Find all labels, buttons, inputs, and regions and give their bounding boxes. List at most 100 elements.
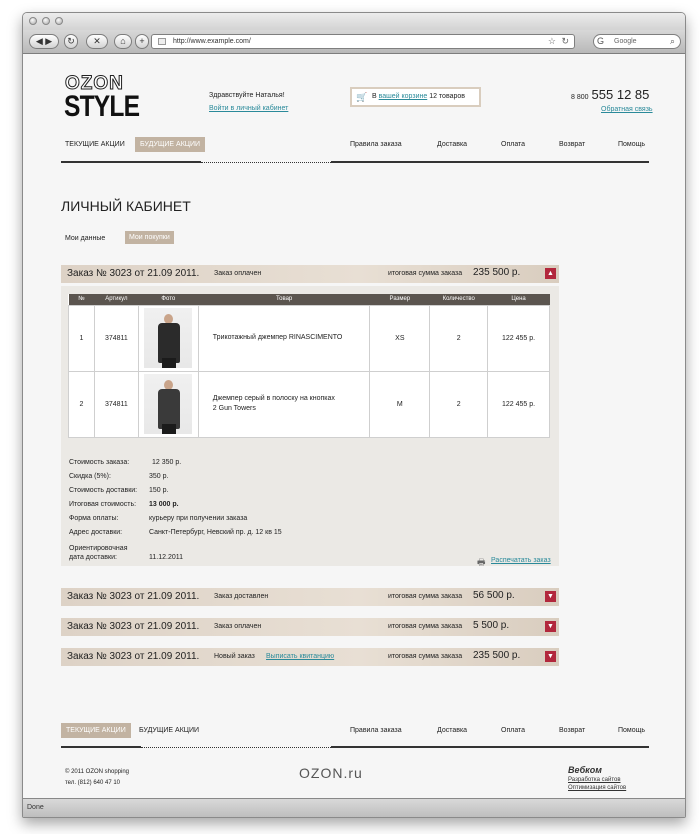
footer-phone: тел. (812) 640 47 10 bbox=[65, 780, 121, 786]
footer-nav-payment[interactable]: Оплата bbox=[501, 727, 525, 734]
nav-divider-dotted bbox=[201, 162, 331, 163]
product-photo[interactable] bbox=[144, 374, 193, 434]
product-name-line2[interactable]: 2 Gun Towers bbox=[213, 405, 256, 412]
nav-returns[interactable]: Возврат bbox=[559, 141, 585, 148]
column-header: Размер bbox=[369, 294, 430, 305]
order-total-label: итоговая сумма заказа bbox=[388, 270, 463, 277]
order-items-table: № Артикул Фото Товар Размер Количество Ц… bbox=[68, 294, 550, 438]
cart-icon: 🛒 bbox=[356, 92, 368, 102]
nav-order-rules[interactable]: Правила заказа bbox=[350, 141, 402, 148]
browser-toolbar: ◀ ▶ ↻ ✕ ⌂ + http://www.example.com/ ☆ ↻ … bbox=[23, 30, 685, 54]
studio-link-optimization[interactable]: Оптимизация сайтов bbox=[568, 785, 626, 791]
order-details-panel: № Артикул Фото Товар Размер Количество Ц… bbox=[61, 286, 559, 567]
product-name[interactable]: Трикотажный джемпер RINASCIMENTO bbox=[213, 334, 343, 341]
order-bar[interactable]: Заказ № 3023 от 21.09 2011. Заказ оплаче… bbox=[61, 618, 559, 636]
footer-nav-future-promos[interactable]: БУДУЩИЕ АКЦИИ bbox=[139, 727, 199, 734]
print-order-link[interactable]: Распечатать заказ bbox=[491, 557, 551, 564]
order-status: Заказ оплачен bbox=[214, 623, 262, 630]
cell-quantity: 2 bbox=[429, 304, 489, 372]
expand-icon[interactable]: ▼ bbox=[545, 651, 556, 662]
tab-my-data[interactable]: Мои данные bbox=[65, 235, 105, 242]
order-bar[interactable]: Заказ № 3023 от 21.09 2011. Заказ достав… bbox=[61, 588, 559, 606]
footer-nav-order-rules[interactable]: Правила заказа bbox=[350, 727, 402, 734]
expand-icon[interactable]: ▼ bbox=[545, 591, 556, 602]
column-header: Артикул bbox=[94, 294, 139, 305]
account-link[interactable]: Войти в личный кабинет bbox=[209, 105, 288, 112]
studio-link-development[interactable]: Разработка сайтов bbox=[568, 777, 621, 783]
refresh-icon[interactable]: ↻ bbox=[561, 35, 569, 48]
order-bar[interactable]: Заказ № 3023 от 21.09 2011. Заказ оплаче… bbox=[61, 265, 559, 283]
product-name[interactable]: Джемпер серый в полоску на кнопках bbox=[213, 395, 335, 402]
cell-size: M bbox=[369, 370, 431, 438]
nav-future-promos[interactable]: БУДУЩИЕ АКЦИИ bbox=[135, 137, 206, 152]
nav-delivery[interactable]: Доставка bbox=[437, 141, 467, 148]
cost-label: Стоимость заказа: bbox=[69, 459, 130, 466]
address-value: Санкт-Петербург, Невский пр. д. 12 кв 15 bbox=[149, 529, 282, 536]
cell-size: XS bbox=[369, 304, 431, 372]
zoom-window-icon[interactable] bbox=[55, 17, 63, 25]
footer-divider-dotted bbox=[141, 747, 331, 748]
phone-prefix: 8 800 bbox=[571, 94, 589, 101]
delivery-label: Стоимость доставки: bbox=[69, 487, 138, 494]
logo-style[interactable]: STYLE bbox=[64, 90, 140, 124]
product-photo[interactable] bbox=[144, 308, 193, 368]
order-amount: 235 500 р. bbox=[473, 650, 521, 661]
back-forward-button[interactable]: ◀ ▶ bbox=[29, 34, 59, 49]
footer-nav-help[interactable]: Помощь bbox=[618, 727, 645, 734]
order-status: Новый заказ bbox=[214, 653, 255, 660]
footer-nav-returns[interactable]: Возврат bbox=[559, 727, 585, 734]
studio-logo[interactable]: Вебком bbox=[568, 765, 602, 775]
bookmarks-icon[interactable]: + bbox=[135, 34, 149, 49]
address-bar[interactable]: http://www.example.com/ ☆ ↻ bbox=[151, 34, 575, 49]
page-content: OZON STYLE Здравствуйте Наталья! Войти в… bbox=[23, 55, 685, 800]
date-label-line1: Ориентировочная bbox=[69, 545, 128, 552]
tab-my-purchases[interactable]: Мои покупки bbox=[125, 231, 174, 244]
home-icon[interactable]: ⌂ bbox=[114, 34, 132, 49]
order-total-label: итоговая сумма заказа bbox=[388, 653, 463, 660]
column-header: № bbox=[68, 294, 95, 305]
order-bar[interactable]: Заказ № 3023 от 21.09 2011. Новый заказ … bbox=[61, 648, 559, 666]
star-icon[interactable]: ☆ bbox=[548, 35, 556, 48]
cell-quantity: 2 bbox=[429, 370, 489, 438]
footer-brand[interactable]: OZON.ru bbox=[299, 765, 363, 781]
collapse-icon[interactable]: ▲ bbox=[545, 268, 556, 279]
search-field[interactable]: G Google ⌕ bbox=[593, 34, 681, 49]
nav-help[interactable]: Помощь bbox=[618, 141, 645, 148]
search-placeholder: Google bbox=[614, 38, 637, 45]
minimize-window-icon[interactable] bbox=[42, 17, 50, 25]
cell-price: 122 455 р. bbox=[487, 304, 550, 372]
order-amount: 235 500 р. bbox=[473, 267, 521, 278]
nav-divider-right bbox=[331, 161, 649, 163]
order-amount: 56 500 р. bbox=[473, 590, 515, 601]
page-title: ЛИЧНЫЙ КАБИНЕТ bbox=[61, 198, 191, 214]
discount-value: 350 р. bbox=[149, 473, 169, 480]
stop-icon[interactable]: ✕ bbox=[86, 34, 108, 49]
footer-nav-delivery[interactable]: Доставка bbox=[437, 727, 467, 734]
reload-icon[interactable]: ↻ bbox=[64, 34, 78, 49]
phone: 8 800 555 12 85 bbox=[571, 87, 649, 102]
cart-prefix: В bbox=[372, 93, 377, 100]
footer-nav-current-promos[interactable]: ТЕКУЩИЕ АКЦИИ bbox=[61, 723, 131, 738]
delivery-value: 150 р. bbox=[149, 487, 169, 494]
column-header: Товар bbox=[198, 294, 370, 305]
cart-link[interactable]: вашей корзине bbox=[379, 93, 428, 100]
cell-photo bbox=[137, 304, 199, 372]
table-row: 1 374811 Трикотажный джемпер RINASCIMENT… bbox=[68, 304, 550, 372]
receipt-link[interactable]: Выписать квитанцию bbox=[266, 653, 334, 660]
footer-divider-left bbox=[61, 746, 141, 748]
payment-value: курьеру при получении заказа bbox=[149, 515, 248, 522]
column-header: Количество bbox=[429, 294, 488, 305]
expand-icon[interactable]: ▼ bbox=[545, 621, 556, 632]
discount-label: Скидка (5%): bbox=[69, 473, 111, 480]
cost-value: 12 350 р. bbox=[152, 459, 182, 466]
nav-current-promos[interactable]: ТЕКУЩИЕ АКЦИИ bbox=[65, 141, 125, 148]
feedback-link[interactable]: Обратная связь bbox=[601, 106, 653, 113]
date-value: 11.12.2011 bbox=[149, 554, 183, 561]
close-window-icon[interactable] bbox=[29, 17, 37, 25]
cart-box[interactable]: 🛒 В вашей корзине 12 товаров bbox=[350, 87, 481, 107]
copyright: © 2011 OZON shopping bbox=[65, 769, 130, 775]
print-order[interactable]: 🖶 Распечатать заказ bbox=[477, 557, 551, 567]
order-number: Заказ № 3023 от 21.09 2011. bbox=[67, 621, 200, 632]
magnifier-icon[interactable]: ⌕ bbox=[670, 35, 675, 48]
nav-payment[interactable]: Оплата bbox=[501, 141, 525, 148]
